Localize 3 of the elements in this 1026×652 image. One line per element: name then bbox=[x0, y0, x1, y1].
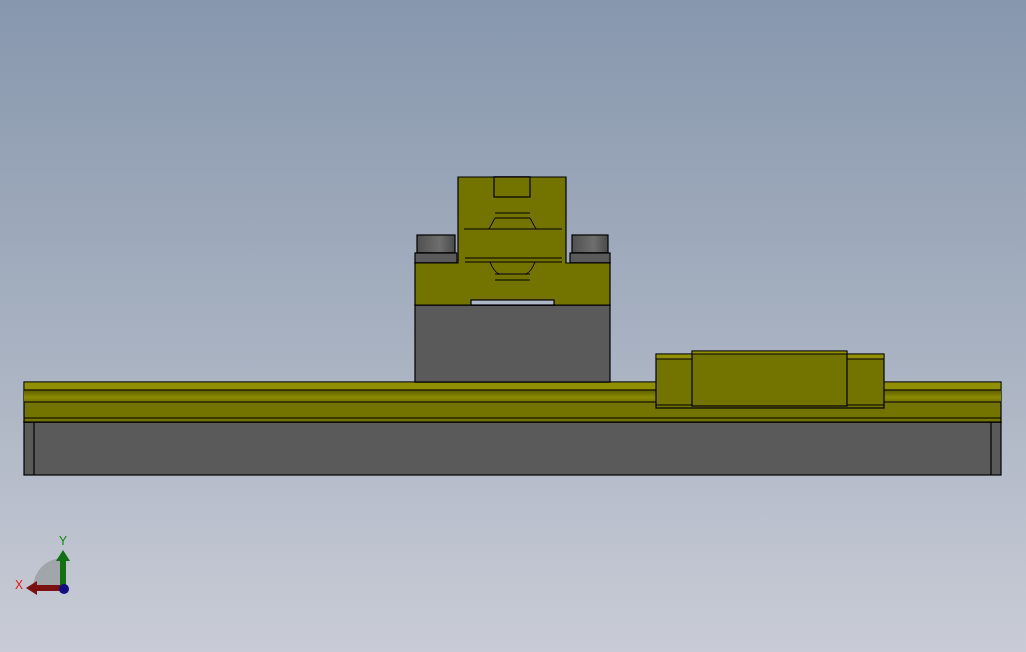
y-axis-label: Y bbox=[59, 534, 67, 548]
x-axis-label: X bbox=[15, 578, 23, 592]
origin-dot bbox=[59, 584, 69, 594]
